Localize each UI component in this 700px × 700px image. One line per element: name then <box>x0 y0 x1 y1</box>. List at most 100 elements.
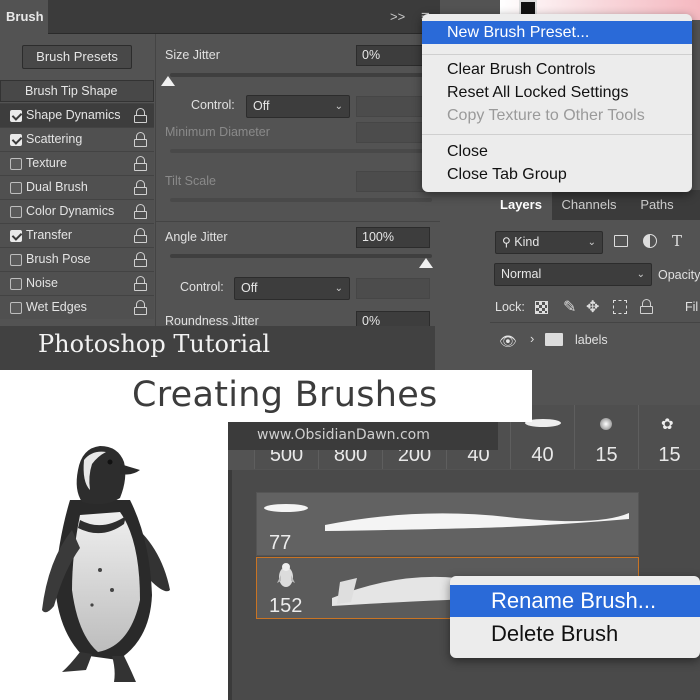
checkbox-icon[interactable] <box>10 302 22 314</box>
image-filter-icon[interactable] <box>614 235 628 247</box>
divider <box>155 221 440 222</box>
chevron-down-icon: ⌄ <box>334 283 343 294</box>
brush-thumb[interactable]: ✿ 15 <box>638 405 700 469</box>
website-url: www.ObsidianDawn.com <box>257 427 430 443</box>
brush-size: 152 <box>269 595 303 617</box>
size-jitter-field[interactable]: 0% <box>356 45 430 66</box>
brush-stroke-preview <box>264 504 629 531</box>
lock-icon[interactable] <box>134 204 148 219</box>
size-jitter-label: Size Jitter <box>165 48 220 62</box>
option-label: Texture <box>26 156 67 170</box>
option-label: Shape Dynamics <box>26 108 121 122</box>
checkbox-icon[interactable] <box>10 158 22 170</box>
divider <box>490 322 700 323</box>
checkbox-icon[interactable] <box>10 230 22 242</box>
checkbox-icon[interactable] <box>10 182 22 194</box>
option-noise[interactable]: Noise <box>0 271 154 295</box>
tab-layers[interactable]: Layers <box>490 190 552 220</box>
option-texture[interactable]: Texture <box>0 151 154 175</box>
size-jitter-slider-handle[interactable] <box>161 76 175 86</box>
tab-channels[interactable]: Channels <box>552 190 626 220</box>
minimum-diameter-slider <box>170 149 432 153</box>
collapse-icon[interactable]: >> <box>390 9 405 24</box>
tilt-scale-label: Tilt Scale <box>165 174 216 188</box>
brush-lock-icon[interactable]: ✎ <box>563 297 576 317</box>
eye-icon[interactable]: 👁 <box>499 333 517 350</box>
tab-paths[interactable]: Paths <box>626 190 688 220</box>
lock-icon[interactable] <box>134 156 148 171</box>
lock-icon[interactable] <box>134 276 148 291</box>
type-filter-icon[interactable]: T <box>672 232 682 250</box>
angle-jitter-label: Angle Jitter <box>165 230 228 244</box>
brush-panel-tab[interactable]: Brush <box>0 0 48 34</box>
option-brush-pose[interactable]: Brush Pose <box>0 247 154 271</box>
brush-presets-button[interactable]: Brush Presets <box>22 45 132 69</box>
penguin-brush-icon <box>275 561 297 589</box>
control-label-2: Control: <box>180 280 224 294</box>
checkbox-icon[interactable] <box>10 206 22 218</box>
chevron-down-icon: ⌄ <box>587 237 596 248</box>
angle-jitter-slider-handle[interactable] <box>419 258 433 268</box>
menu-item-rename-brush[interactable]: Rename Brush... <box>450 585 700 617</box>
checkbox-icon[interactable] <box>10 254 22 266</box>
folder-icon <box>545 333 563 346</box>
opacity-label: Opacity <box>658 268 700 282</box>
option-shape-dynamics[interactable]: Shape Dynamics <box>0 103 154 127</box>
kind-filter-select[interactable]: ⚲ Kind ⌄ <box>495 231 603 254</box>
artboard-lock-icon[interactable] <box>613 300 627 314</box>
option-transfer[interactable]: Transfer <box>0 223 154 247</box>
control-select[interactable]: Off ⌄ <box>246 95 350 118</box>
lock-icon[interactable] <box>134 180 148 195</box>
brush-row[interactable]: 77 <box>256 492 639 556</box>
option-scattering[interactable]: Scattering <box>0 127 154 151</box>
control-extra-field <box>356 96 430 117</box>
minimum-diameter-field <box>356 122 430 143</box>
blend-mode-value: Normal <box>501 267 542 281</box>
lock-icon[interactable] <box>134 300 148 315</box>
lock-transparent-icon[interactable] <box>535 301 548 314</box>
penguin-photo <box>0 420 228 700</box>
lock-icon[interactable] <box>134 108 148 123</box>
angle-jitter-slider[interactable] <box>170 254 432 258</box>
lock-icon[interactable] <box>134 252 148 267</box>
chevron-right-icon[interactable]: › <box>530 331 534 346</box>
menu-item-delete-brush[interactable]: Delete Brush <box>450 618 700 650</box>
option-dual-brush[interactable]: Dual Brush <box>0 175 154 199</box>
blend-mode-select[interactable]: Normal ⌄ <box>494 263 652 286</box>
size-jitter-slider[interactable] <box>170 73 432 77</box>
tilt-scale-field <box>356 171 430 192</box>
menu-item-clear-brush-controls[interactable]: Clear Brush Controls <box>422 58 692 81</box>
brush-thumb[interactable]: 15 <box>574 405 638 469</box>
menu-item-close-tab-group[interactable]: Close Tab Group <box>422 163 692 186</box>
checkbox-icon[interactable] <box>10 110 22 122</box>
option-label: Scattering <box>26 132 83 146</box>
tilt-scale-slider <box>170 198 432 202</box>
option-label: Brush Pose <box>26 252 91 266</box>
angle-jitter-field[interactable]: 100% <box>356 227 430 248</box>
menu-item-close[interactable]: Close <box>422 140 692 163</box>
checkbox-icon[interactable] <box>10 134 22 146</box>
lock-all-icon[interactable] <box>640 299 654 314</box>
minimum-diameter-label: Minimum Diameter <box>165 125 270 139</box>
option-color-dynamics[interactable]: Color Dynamics <box>0 199 154 223</box>
menu-item-new-brush-preset[interactable]: New Brush Preset... <box>422 21 692 44</box>
checkbox-icon[interactable] <box>10 278 22 290</box>
menu-item-reset-locked-settings[interactable]: Reset All Locked Settings <box>422 81 692 104</box>
textured-brush-icon: ✿ <box>661 416 674 433</box>
layer-name[interactable]: labels <box>575 333 608 347</box>
option-wet-edges[interactable]: Wet Edges <box>0 295 154 319</box>
layers-panel <box>490 190 700 390</box>
option-label: Color Dynamics <box>26 204 115 218</box>
adjustment-filter-icon[interactable] <box>643 234 657 248</box>
lock-icon[interactable] <box>134 132 148 147</box>
scrollbar[interactable] <box>228 470 232 700</box>
search-icon: ⚲ <box>502 235 511 249</box>
menu-separator <box>422 134 692 135</box>
move-lock-icon[interactable]: ✥ <box>586 297 599 317</box>
control-select-2[interactable]: Off ⌄ <box>234 277 350 300</box>
page-title: Creating Brushes <box>132 375 438 415</box>
control-select-value: Off <box>241 281 258 295</box>
menu-item-copy-texture: Copy Texture to Other Tools <box>447 107 645 124</box>
lock-icon[interactable] <box>134 228 148 243</box>
brush-tip-shape-item[interactable]: Brush Tip Shape <box>0 80 154 102</box>
